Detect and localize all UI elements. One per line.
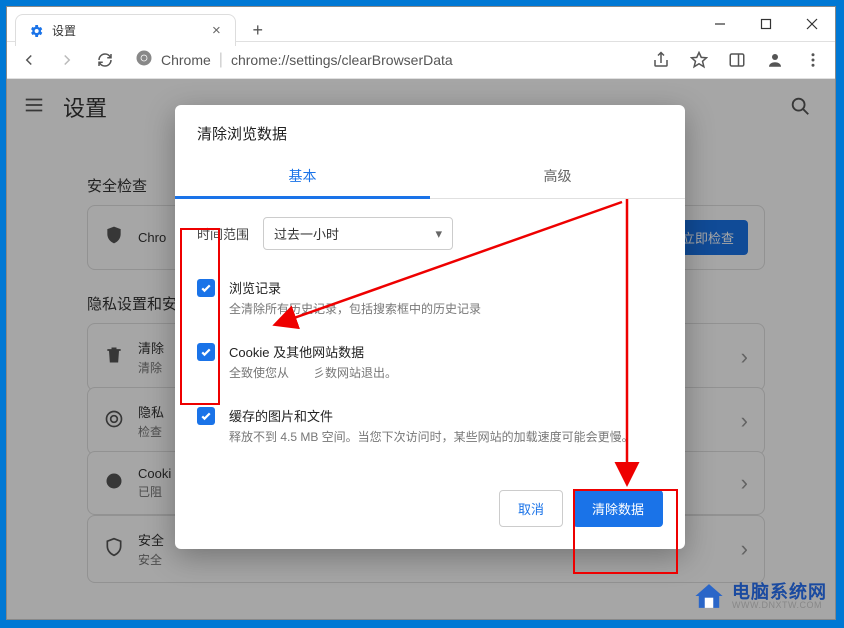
watermark: 电脑系统网 WWW.DNXTW.COM (692, 579, 827, 613)
gear-icon (28, 23, 44, 39)
settings-page: 设置 安全检查 Chro 立即检查 隐私设置和安 清除清除 › 隐私检查 › C… (7, 79, 835, 619)
tab-basic[interactable]: 基本 (175, 154, 430, 198)
new-tab-button[interactable]: + (244, 16, 272, 44)
tab-title: 设置 (52, 22, 202, 39)
chrome-window: 设置 × + Chrome | chrome://settings/clearB… (6, 6, 836, 620)
tab-close-icon[interactable]: × (210, 22, 223, 39)
side-panel-icon[interactable] (723, 46, 751, 74)
menu-kebab-icon[interactable] (799, 46, 827, 74)
dialog-title: 清除浏览数据 (175, 105, 685, 154)
caret-down-icon: ▾ (435, 226, 442, 242)
share-icon[interactable] (647, 46, 675, 74)
bookmark-star-icon[interactable] (685, 46, 713, 74)
time-range-value: 过去一小时 (274, 224, 339, 243)
address-url: chrome://settings/clearBrowserData (231, 52, 453, 68)
chrome-logo-icon (135, 49, 153, 72)
dialog-footer: 取消 清除数据 (175, 472, 685, 549)
time-range-select[interactable]: 过去一小时 ▾ (263, 217, 453, 250)
check-row-history[interactable]: 浏览记录 全清除所有历史记录，包括搜索框中的历史记录 (197, 268, 663, 332)
tab-advanced[interactable]: 高级 (430, 154, 685, 198)
cancel-button[interactable]: 取消 (499, 490, 563, 527)
clear-data-dialog: 清除浏览数据 基本 高级 时间范围 过去一小时 ▾ 浏览记录 全清 (175, 105, 685, 549)
maximize-button[interactable] (743, 7, 789, 41)
profile-icon[interactable] (761, 46, 789, 74)
minimize-button[interactable] (697, 7, 743, 41)
house-logo-icon (692, 579, 726, 613)
time-range-row: 时间范围 过去一小时 ▾ (197, 217, 663, 250)
reload-button[interactable] (91, 46, 119, 74)
browser-tab[interactable]: 设置 × (15, 14, 236, 46)
checkbox-checked-icon[interactable] (197, 279, 215, 297)
close-window-button[interactable] (789, 7, 835, 41)
check-row-cache[interactable]: 缓存的图片和文件 释放不到 4.5 MB 空间。当您下次访问时，某些网站的加载速… (197, 396, 663, 460)
tabstrip: 设置 × + (15, 13, 272, 47)
address-bar[interactable]: Chrome | chrome://settings/clearBrowserD… (129, 45, 637, 75)
clear-data-button[interactable]: 清除数据 (573, 490, 663, 527)
time-range-label: 时间范围 (197, 224, 249, 243)
checkbox-checked-icon[interactable] (197, 343, 215, 361)
address-host: Chrome (161, 52, 211, 68)
checkbox-checked-icon[interactable] (197, 407, 215, 425)
check-row-cookies[interactable]: Cookie 及其他网站数据 全致使您从 彡数网站退出。 (197, 332, 663, 396)
forward-button[interactable] (53, 46, 81, 74)
back-button[interactable] (15, 46, 43, 74)
dialog-tabs: 基本 高级 (175, 154, 685, 199)
